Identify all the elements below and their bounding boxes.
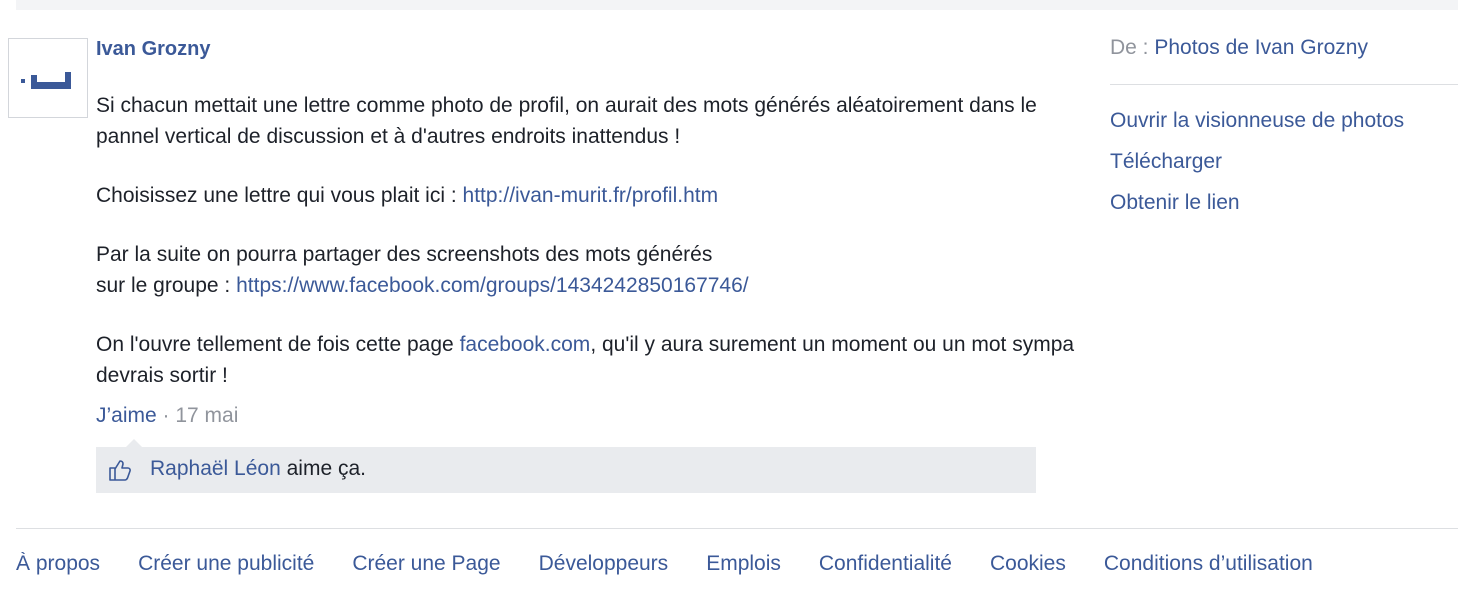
footer-link-jobs[interactable]: Emplois <box>706 552 781 575</box>
like-button[interactable]: J’aime <box>96 404 157 427</box>
sidebar-divider <box>1110 84 1458 85</box>
top-bar <box>16 0 1458 10</box>
footer-link-privacy[interactable]: Confidentialité <box>819 552 952 575</box>
likes-text: Raphaël Léon aime ça. <box>150 457 366 481</box>
photo-source: De : Photos de Ivan Grozny <box>1110 36 1368 60</box>
post-date[interactable]: 17 mai <box>175 404 238 427</box>
likes-suffix: aime ça. <box>280 457 366 480</box>
post-paragraph-3: Par la suite on pourra partager des scre… <box>96 239 1076 301</box>
footer-link-create-ad[interactable]: Créer une publicité <box>138 552 314 575</box>
photo-actions: Ouvrir la visionneuse de photos Téléchar… <box>1110 106 1410 229</box>
open-viewer-link[interactable]: Ouvrir la visionneuse de photos <box>1110 106 1410 136</box>
post-paragraph-4: On l'ouvre tellement de fois cette page … <box>96 329 1076 391</box>
liker-name-link[interactable]: Raphaël Léon <box>150 457 281 480</box>
footer-link-terms[interactable]: Conditions d’utilisation <box>1104 552 1313 575</box>
footer-links: À propos Créer une publicité Créer une Pag… <box>16 552 1458 576</box>
from-label: De : <box>1110 36 1155 59</box>
author-name-link[interactable]: Ivan Grozny <box>96 38 210 61</box>
author-avatar[interactable] <box>8 38 88 118</box>
post-text: sur le groupe : <box>96 274 237 297</box>
avatar-letter-bar <box>31 82 71 89</box>
footer-link-developers[interactable]: Développeurs <box>539 552 669 575</box>
footer-divider <box>16 528 1458 529</box>
post-body: Si chacun mettait une lettre comme photo… <box>96 90 1076 391</box>
post-meta: J’aime · 17 mai <box>96 404 238 428</box>
footer-link-cookies[interactable]: Cookies <box>990 552 1066 575</box>
download-link[interactable]: Télécharger <box>1110 147 1410 177</box>
footer-link-about[interactable]: À propos <box>16 552 100 575</box>
avatar-dot <box>21 79 25 83</box>
post-paragraph-2: Choisissez une lettre qui vous plait ici… <box>96 180 1076 211</box>
group-link[interactable]: https://www.facebook.com/groups/14342428… <box>236 274 749 297</box>
album-link[interactable]: Photos de Ivan Grozny <box>1154 36 1368 59</box>
get-link-link[interactable]: Obtenir le lien <box>1110 188 1410 218</box>
likes-box-pointer <box>126 439 142 447</box>
facebook-link[interactable]: facebook.com <box>460 333 591 356</box>
post-text: Par la suite on pourra partager des scre… <box>96 243 713 266</box>
meta-separator: · <box>156 404 176 427</box>
likes-box: Raphaël Léon aime ça. <box>96 439 1036 493</box>
like-thumb-icon <box>109 460 131 481</box>
post-text: Choisissez une lettre qui vous plait ici… <box>96 184 463 207</box>
footer-link-create-page[interactable]: Créer une Page <box>352 552 500 575</box>
profil-link[interactable]: http://ivan-murit.fr/profil.htm <box>463 184 719 207</box>
post-paragraph-1: Si chacun mettait une lettre comme photo… <box>96 94 1037 148</box>
post-text: On l'ouvre tellement de fois cette page <box>96 333 460 356</box>
